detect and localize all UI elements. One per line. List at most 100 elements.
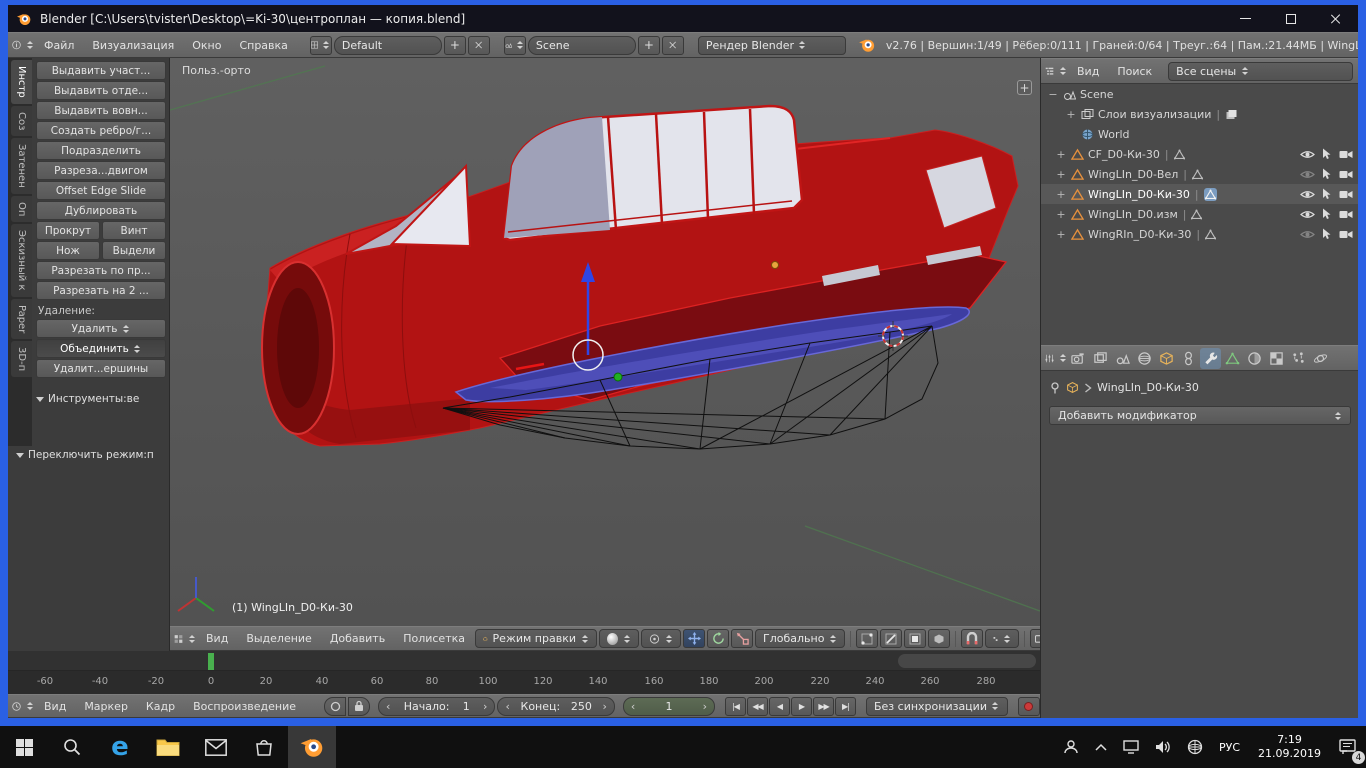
mode-dropdown[interactable]: Режим правки [475,629,597,648]
select-mode-vertex-button[interactable] [856,629,878,648]
menu-help[interactable]: Справка [231,39,295,52]
decrement-arrow-icon[interactable]: ‹ [505,700,509,713]
menu-render[interactable]: Визуализация [84,39,182,52]
expand-icon[interactable]: + [1055,188,1067,201]
tab-object[interactable] [1156,348,1177,369]
expand-icon[interactable]: + [1055,148,1067,161]
titlebar[interactable]: Blender [C:\Users\tvister\Desktop\=Ki-30… [8,5,1358,32]
delete-dropdown[interactable]: Удалить [36,319,166,338]
outliner-menu-search[interactable]: Поиск [1109,65,1160,78]
tab-modifiers[interactable] [1200,348,1221,369]
frame-end-field[interactable]: ‹ Конец: 250 › [497,697,614,716]
language-indicator[interactable]: РУС [1213,726,1246,768]
pivot-point-dropdown[interactable] [641,629,681,648]
tab-create[interactable]: Соз [11,106,32,136]
selectability-cursor-icon[interactable] [1322,228,1332,240]
people-button[interactable] [1057,726,1085,768]
expand-icon[interactable]: + [1055,208,1067,221]
expand-icon[interactable]: + [1055,168,1067,181]
scene-browse-button[interactable] [504,36,526,55]
editor-type-info-button[interactable] [12,36,34,55]
outliner-menu-view[interactable]: Вид [1069,65,1107,78]
remove-doubles-button[interactable]: Удалит...ершины [36,359,166,378]
screen-layout-delete-button[interactable] [468,36,490,55]
action-center-button[interactable]: 4 [1333,726,1362,768]
transform-orientation-dropdown[interactable]: Глобально [755,629,845,648]
limit-selection-visible-button[interactable] [928,629,950,648]
render-engine-dropdown[interactable]: Рендер Blender [698,36,846,55]
taskbar-mail-button[interactable] [192,726,240,768]
auto-keyframe-button[interactable] [1018,697,1040,716]
collapse-icon[interactable]: − [1047,88,1059,101]
tree-row-object[interactable]: + WingLIn_D0-Вел | [1041,164,1358,184]
increment-arrow-icon[interactable]: › [483,700,487,713]
close-button[interactable] [1313,5,1358,32]
clock[interactable]: 7:19 21.09.2019 [1250,733,1329,761]
play-reverse-button[interactable]: ◀ [769,697,790,716]
timeline-menu-playback[interactable]: Воспроизведение [185,700,304,713]
extrude-individual-button[interactable]: Выдавить отде... [36,81,166,100]
editor-type-properties-button[interactable] [1045,349,1067,368]
tab-object-data[interactable] [1222,348,1243,369]
timeline-menu-frame[interactable]: Кадр [138,700,183,713]
spin-button[interactable]: Прокрут [36,221,100,240]
tab-constraints[interactable] [1178,348,1199,369]
select-button[interactable]: Выдели [102,241,166,260]
scene-add-button[interactable]: + [638,36,660,55]
menu-select[interactable]: Выделение [238,632,320,645]
menu-file[interactable]: Файл [36,39,82,52]
3d-viewport[interactable]: Польз.-орто (1) WingLIn_D0-Ки-30 + [170,58,1040,626]
tree-row-object[interactable]: + CF_D0-Ки-30 | [1041,144,1358,164]
tab-world[interactable] [1134,348,1155,369]
next-keyframe-button[interactable]: ▶▶ [813,697,834,716]
select-mode-face-button[interactable] [904,629,926,648]
expand-icon[interactable]: + [1065,108,1077,121]
tab-render-layers[interactable] [1090,348,1111,369]
loop-cut-slide-button[interactable]: Разреза...двигом [36,161,166,180]
volume-button[interactable] [1149,726,1177,768]
menu-view[interactable]: Вид [198,632,236,645]
screw-button[interactable]: Винт [102,221,166,240]
select-mode-edge-button[interactable] [880,629,902,648]
duplicate-button[interactable]: Дублировать [36,201,166,220]
viewport-shading-dropdown[interactable] [599,629,639,648]
lock-frame-range-button[interactable] [348,697,370,716]
selectability-cursor-icon[interactable] [1322,188,1332,200]
manipulator-rotate-button[interactable] [707,629,729,648]
start-button[interactable] [0,726,48,768]
tree-row-object[interactable]: + WingRIn_D0-Ки-30 | [1041,224,1358,244]
editor-type-outliner-button[interactable] [1045,62,1067,81]
timeline-menu-view[interactable]: Вид [36,700,74,713]
visibility-eye-icon[interactable] [1300,170,1315,179]
tab-grease-pencil[interactable]: Эскизный к [11,224,32,297]
menu-add[interactable]: Добавить [322,632,393,645]
editor-type-3dview-button[interactable] [174,629,196,648]
previous-keyframe-button[interactable]: ◀◀ [747,697,768,716]
add-modifier-dropdown[interactable]: Добавить модификатор [1049,406,1351,425]
tab-particles[interactable] [1288,348,1309,369]
tab-render[interactable] [1068,348,1089,369]
timeline-scrollbar[interactable] [898,654,1036,668]
tree-row-world[interactable]: World [1041,124,1358,144]
tab-options[interactable]: Оп [11,196,32,222]
offset-edge-slide-button[interactable]: Offset Edge Slide [36,181,166,200]
screen-layout-browse-button[interactable] [310,36,332,55]
selectability-cursor-icon[interactable] [1322,168,1332,180]
tree-row-scene[interactable]: − Scene [1041,84,1358,104]
jump-to-end-button[interactable]: ▶| [835,697,856,716]
menu-mesh[interactable]: Полисетка [395,632,473,645]
tab-texture[interactable] [1266,348,1287,369]
renderability-camera-icon[interactable] [1339,169,1353,179]
network-button[interactable] [1181,726,1209,768]
decrement-arrow-icon[interactable]: ‹ [631,700,635,713]
snap-element-dropdown[interactable] [985,629,1019,648]
taskbar-store-button[interactable] [240,726,288,768]
properties-region-plus-icon[interactable]: + [1017,80,1032,95]
outliner-display-dropdown[interactable]: Все сцены [1168,62,1353,81]
menu-window[interactable]: Окно [184,39,229,52]
visibility-eye-icon[interactable] [1300,230,1315,239]
tab-paper[interactable]: Paper [11,299,32,339]
current-frame-field[interactable]: ‹ 1 › [623,697,715,716]
use-preview-range-button[interactable] [324,697,346,716]
visibility-eye-icon[interactable] [1300,210,1315,219]
